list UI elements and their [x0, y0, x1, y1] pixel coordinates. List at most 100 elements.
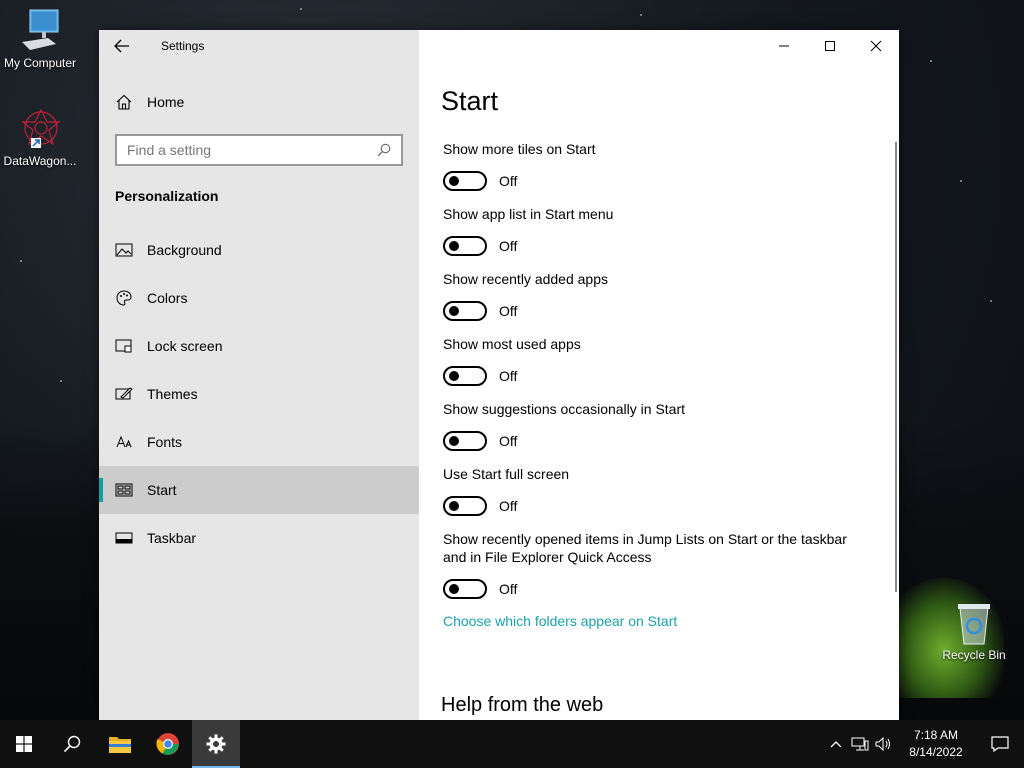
taskbar: 7:18 AM 8/14/2022: [0, 720, 1024, 768]
taskbar-icon: [115, 529, 133, 547]
setting-label: Show most used apps: [443, 336, 581, 352]
page-title: Start: [441, 86, 499, 116]
toggle-switch[interactable]: [443, 431, 487, 451]
sidebar-item-themes[interactable]: Themes: [99, 370, 419, 418]
toggle-state: Off: [499, 581, 518, 597]
chrome-icon: [156, 733, 179, 755]
search-icon: [377, 143, 391, 157]
toggle-switch[interactable]: [443, 496, 487, 516]
maximize-button[interactable]: [807, 30, 853, 62]
sidebar-item-label: Home: [147, 94, 185, 110]
datawagon-icon: [21, 108, 61, 148]
setting-show-most-used: Show most used apps Off: [443, 335, 863, 391]
fonts-icon: [115, 433, 133, 451]
lock-screen-icon: [115, 337, 133, 355]
settings-taskbar-button[interactable]: [192, 720, 240, 768]
folder-icon: [109, 737, 131, 753]
toggle-switch[interactable]: [443, 579, 487, 599]
sidebar-item-fonts[interactable]: Fonts: [99, 418, 419, 466]
desktop-icon-recycle-bin[interactable]: Recycle Bin: [934, 600, 1014, 662]
setting-show-more-tiles: Show more tiles on Start Off: [443, 140, 863, 196]
start-button[interactable]: [0, 720, 48, 768]
close-button[interactable]: [853, 30, 899, 62]
choose-folders-link[interactable]: Choose which folders appear on Start: [443, 613, 863, 629]
sidebar-item-label: Lock screen: [147, 338, 223, 354]
toggle-switch[interactable]: [443, 171, 487, 191]
search-input[interactable]: [127, 142, 367, 158]
desktop-icon-datawagon[interactable]: DataWagon...: [0, 106, 80, 168]
palette-icon: [115, 289, 133, 307]
clock-time: 7:18 AM: [913, 728, 959, 742]
title-bar: Settings: [99, 30, 419, 62]
chevron-up-icon: [830, 741, 842, 748]
toggle-state: Off: [499, 173, 518, 189]
settings-window: Settings Home Personalization Background: [99, 30, 899, 720]
clock-date: 8/14/2022: [909, 745, 963, 759]
back-arrow-icon: [114, 39, 129, 53]
setting-full-screen: Use Start full screen Off: [443, 465, 863, 521]
chrome-button[interactable]: [144, 720, 192, 768]
sidebar-item-label: Start: [147, 482, 177, 498]
setting-label: Show suggestions occasionally in Start: [443, 401, 686, 417]
start-layout-icon: [115, 481, 133, 499]
toggle-switch[interactable]: [443, 236, 487, 256]
picture-icon: [115, 241, 133, 259]
desktop-icon-label: My Computer: [3, 56, 77, 70]
system-tray: 7:18 AM 8/14/2022: [824, 720, 1024, 768]
toggle-state: Off: [499, 238, 518, 254]
desktop-icon-my-computer[interactable]: My Computer: [0, 8, 80, 70]
speaker-icon: [875, 737, 890, 751]
sidebar-item-background[interactable]: Background: [99, 226, 419, 274]
network-button[interactable]: [848, 720, 872, 768]
minimize-button[interactable]: [761, 30, 807, 62]
volume-button[interactable]: [872, 720, 896, 768]
section-heading: Personalization: [115, 188, 219, 204]
search-icon: [63, 735, 81, 753]
setting-show-suggestions: Show suggestions occasionally in Start O…: [443, 400, 863, 456]
desktop-icon-label: DataWagon...: [3, 154, 77, 168]
content-pane: Start Show more tiles on Start Off Show …: [419, 30, 899, 720]
sidebar-item-taskbar[interactable]: Taskbar: [99, 514, 419, 562]
caption-buttons: [761, 30, 899, 62]
sidebar-item-start[interactable]: Start: [99, 466, 419, 514]
setting-jump-lists: Show recently opened items in Jump Lists…: [443, 530, 863, 604]
home-icon: [115, 93, 133, 111]
computer-icon: [22, 9, 59, 50]
toggle-switch[interactable]: [443, 301, 487, 321]
sidebar-item-lock-screen[interactable]: Lock screen: [99, 322, 419, 370]
toggle-state: Off: [499, 498, 518, 514]
sidebar-nav: Background Colors Lock screen Themes Fon…: [99, 226, 419, 562]
search-box[interactable]: [115, 134, 403, 166]
maximize-icon: [825, 41, 835, 51]
file-explorer-button[interactable]: [96, 720, 144, 768]
setting-label: Show recently added apps: [443, 271, 608, 287]
clock[interactable]: 7:18 AM 8/14/2022: [896, 727, 976, 761]
sidebar-item-colors[interactable]: Colors: [99, 274, 419, 322]
close-icon: [870, 40, 882, 52]
minimize-icon: [779, 45, 789, 47]
sidebar-item-label: Background: [147, 242, 222, 258]
windows-logo-icon: [16, 736, 32, 752]
search-button[interactable]: [48, 720, 96, 768]
sidebar-item-label: Themes: [147, 386, 198, 402]
back-button[interactable]: [99, 30, 145, 62]
toggle-switch[interactable]: [443, 366, 487, 386]
recycle-bin-icon: [958, 604, 990, 645]
help-heading: Help from the web: [441, 694, 604, 716]
window-title: Settings: [161, 39, 205, 53]
sidebar-item-label: Taskbar: [147, 530, 197, 546]
gear-icon: [206, 734, 226, 754]
sidebar-item-home[interactable]: Home: [99, 82, 419, 122]
action-center-button[interactable]: [976, 720, 1024, 768]
show-hidden-icons-button[interactable]: [824, 720, 848, 768]
toggle-state: Off: [499, 433, 518, 449]
settings-list: Show more tiles on Start Off Show app li…: [443, 140, 863, 629]
scrollbar[interactable]: [895, 142, 897, 592]
notification-icon: [991, 736, 1009, 752]
brush-icon: [115, 385, 133, 403]
toggle-state: Off: [499, 303, 518, 319]
setting-label: Show app list in Start menu: [443, 206, 614, 222]
sidebar-item-label: Colors: [147, 290, 188, 306]
setting-label: Show recently opened items in Jump Lists…: [443, 531, 847, 565]
toggle-state: Off: [499, 368, 518, 384]
